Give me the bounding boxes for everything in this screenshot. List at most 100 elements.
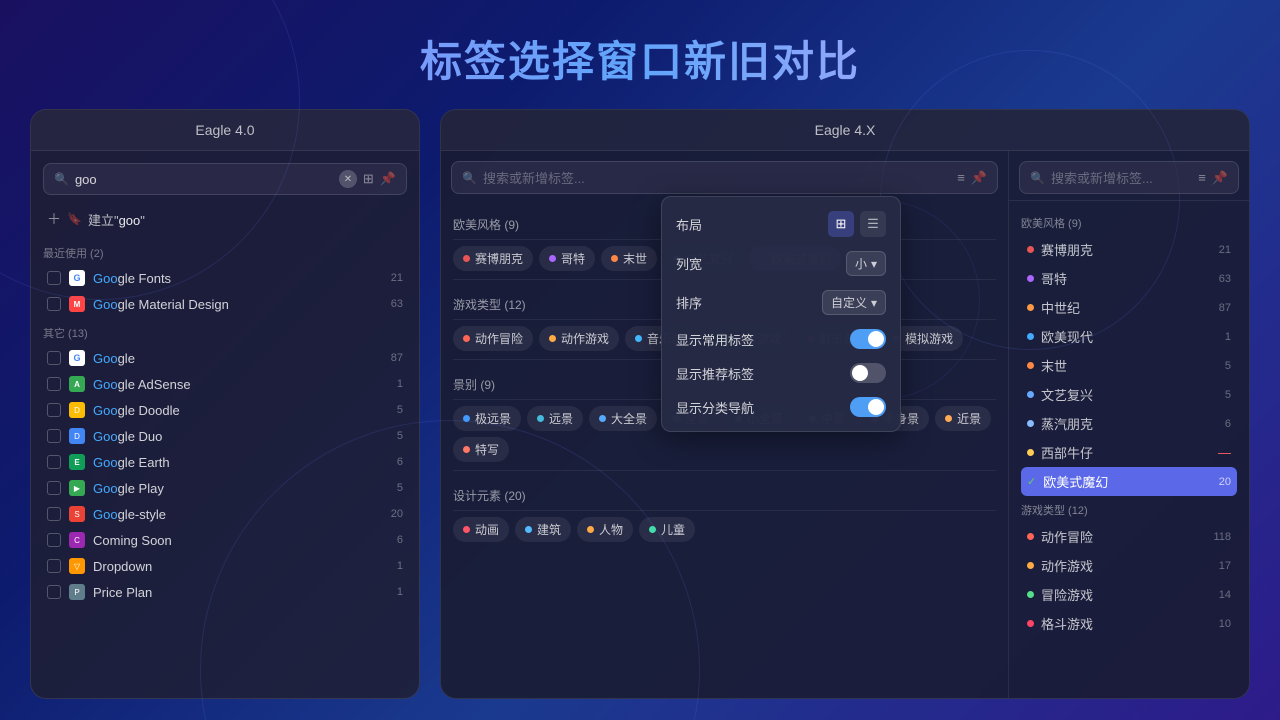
entry-name: 西部牛仔: [1041, 443, 1093, 462]
panel-old-body: 🔍 goo ✕ ⊞ 📌 ＋ 🔖 建立"goo" 最近使用 (2) G Go: [31, 151, 419, 698]
tag-chip[interactable]: 动画: [453, 517, 509, 542]
item-count: 87: [391, 352, 403, 364]
settings-sort-select[interactable]: 自定义 ▾: [822, 290, 886, 315]
entry-name: 动作冒险: [1041, 527, 1093, 546]
item-checkbox[interactable]: [47, 429, 61, 443]
list-item[interactable]: 格斗游戏 10: [1021, 609, 1237, 638]
new-right-search-placeholder[interactable]: 搜索或新增标签...: [1051, 168, 1192, 187]
tag-list-pane: 🔍 搜索或新增标签... ≡ 📌 欧美风格 (9) 赛: [1009, 151, 1249, 698]
entry-left: 哥特: [1027, 269, 1067, 288]
list-item[interactable]: P Price Plan 1: [43, 579, 407, 605]
list-item[interactable]: G Google Fonts 21: [43, 265, 407, 291]
tag-chip[interactable]: 动作冒险: [453, 326, 533, 351]
old-create-tag-row[interactable]: ＋ 🔖 建立"goo": [43, 203, 407, 235]
list-item[interactable]: S Google-style 20: [43, 501, 407, 527]
item-checkbox[interactable]: [47, 377, 61, 391]
new-left-search-placeholder[interactable]: 搜索或新增标签...: [483, 168, 951, 187]
layout-list-button[interactable]: ☰: [860, 211, 886, 237]
item-name: Google Duo: [93, 429, 389, 444]
tag-chip-label: 哥特: [561, 250, 585, 267]
tag-chip[interactable]: 动作游戏: [539, 326, 619, 351]
list-item[interactable]: D Google Doodle 5: [43, 397, 407, 423]
new-left-filter-icon[interactable]: ≡: [957, 170, 965, 186]
check-icon: ✓: [1027, 475, 1036, 488]
list-item[interactable]: 动作游戏 17: [1021, 551, 1237, 580]
tag-chip[interactable]: 儿童: [639, 517, 695, 542]
old-split-icon[interactable]: ⊞: [363, 171, 374, 187]
panel-new-header: Eagle 4.X: [441, 110, 1249, 151]
list-item[interactable]: 西部牛仔 —: [1021, 438, 1237, 467]
list-item[interactable]: ▽ Dropdown 1: [43, 553, 407, 579]
tag-chip-label: 特写: [475, 441, 499, 458]
tag-chip[interactable]: 人物: [577, 517, 633, 542]
tag-chip-label: 动作游戏: [561, 330, 609, 347]
item-name: Dropdown: [93, 559, 389, 574]
tag-chip[interactable]: 极远景: [453, 406, 521, 431]
item-checkbox[interactable]: [47, 481, 61, 495]
old-search-value[interactable]: goo: [75, 172, 333, 187]
entry-name: 欧美式魔幻: [1043, 472, 1108, 491]
list-item[interactable]: G Google 87: [43, 345, 407, 371]
item-checkbox[interactable]: [47, 559, 61, 573]
list-item[interactable]: A Google AdSense 1: [43, 371, 407, 397]
entry-name: 中世纪: [1041, 298, 1080, 317]
list-item[interactable]: M Google Material Design 63: [43, 291, 407, 317]
search-icon: 🔍: [462, 171, 477, 185]
tag-chip[interactable]: 末世: [601, 246, 657, 271]
tag-chip[interactable]: 大全景: [589, 406, 657, 431]
tag-chip[interactable]: 赛博朋克: [453, 246, 533, 271]
list-item-active[interactable]: ✓ 欧美式魔幻 20: [1021, 467, 1237, 496]
list-item[interactable]: 冒险游戏 14: [1021, 580, 1237, 609]
list-item[interactable]: 动作冒险 118: [1021, 522, 1237, 551]
new-right-pin-icon[interactable]: 📌: [1212, 170, 1228, 186]
list-item[interactable]: 文艺复兴 5: [1021, 380, 1237, 409]
item-checkbox[interactable]: [47, 271, 61, 285]
list-item[interactable]: 欧美现代 1: [1021, 322, 1237, 351]
list-item[interactable]: C Coming Soon 6: [43, 527, 407, 553]
settings-column-label: 列宽: [676, 254, 702, 273]
list-item[interactable]: D Google Duo 5: [43, 423, 407, 449]
item-checkbox[interactable]: [47, 403, 61, 417]
entry-name: 赛博朋克: [1041, 240, 1093, 259]
settings-recommend-toggle[interactable]: [850, 363, 886, 383]
old-pin-icon[interactable]: 📌: [380, 171, 396, 187]
list-item[interactable]: 蒸汽朋克 6: [1021, 409, 1237, 438]
old-search-actions: ⊞ 📌: [363, 171, 396, 187]
settings-category-toggle[interactable]: [850, 397, 886, 417]
item-count: 1: [397, 586, 403, 598]
item-checkbox[interactable]: [47, 297, 61, 311]
item-name: Google: [93, 351, 383, 366]
item-name: Google AdSense: [93, 377, 389, 392]
tag-chip[interactable]: 近景: [935, 406, 991, 431]
layout-grid-button[interactable]: ⊞: [828, 211, 854, 237]
item-checkbox[interactable]: [47, 507, 61, 521]
entry-name: 蒸汽朋克: [1041, 414, 1093, 433]
settings-recommend-row: 显示推荐标签: [676, 363, 886, 383]
list-item[interactable]: E Google Earth 6: [43, 449, 407, 475]
item-checkbox[interactable]: [47, 533, 61, 547]
list-item[interactable]: 赛博朋克 21: [1021, 235, 1237, 264]
settings-common-toggle[interactable]: [850, 329, 886, 349]
tag-chip[interactable]: 哥特: [539, 246, 595, 271]
item-checkbox[interactable]: [47, 585, 61, 599]
list-item[interactable]: 哥特 63: [1021, 264, 1237, 293]
new-right-filter-icon[interactable]: ≡: [1198, 170, 1206, 186]
list-item[interactable]: 中世纪 87: [1021, 293, 1237, 322]
list-item[interactable]: 末世 5: [1021, 351, 1237, 380]
item-checkbox[interactable]: [47, 351, 61, 365]
item-count: 63: [391, 298, 403, 310]
entry-left: 动作游戏: [1027, 556, 1093, 575]
list-search-area: 🔍 搜索或新增标签... ≡ 📌: [1009, 151, 1249, 201]
old-search-clear-button[interactable]: ✕: [339, 170, 357, 188]
tag-chip[interactable]: 建筑: [515, 517, 571, 542]
entry-left: 冒险游戏: [1027, 585, 1093, 604]
tag-chip[interactable]: 远景: [527, 406, 583, 431]
search-icon: 🔍: [1030, 171, 1045, 185]
entry-left: 欧美现代: [1027, 327, 1093, 346]
entry-count: 10: [1219, 618, 1231, 630]
list-item[interactable]: ▶ Google Play 5: [43, 475, 407, 501]
settings-column-select[interactable]: 小 ▾: [846, 251, 886, 276]
item-checkbox[interactable]: [47, 455, 61, 469]
new-left-pin-icon[interactable]: 📌: [971, 170, 987, 186]
tag-chip[interactable]: 特写: [453, 437, 509, 462]
